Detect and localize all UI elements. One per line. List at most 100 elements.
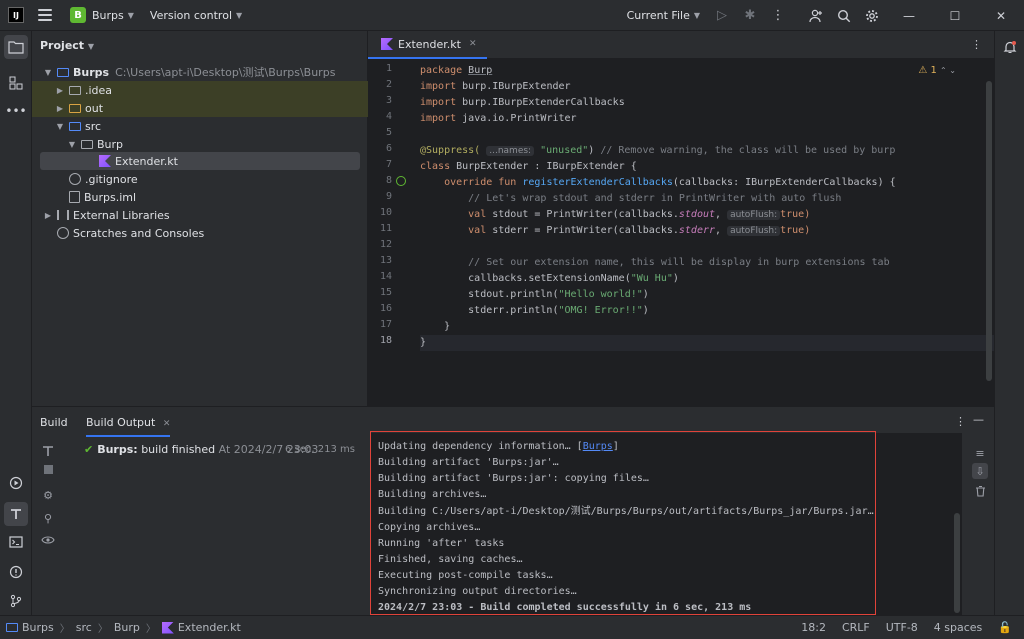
- module-folder-icon: [57, 67, 69, 77]
- services-run-icon[interactable]: [4, 471, 28, 495]
- code-line: val stdout = PrintWriter(callbacks.stdou…: [420, 209, 811, 220]
- library-icon: [57, 210, 69, 220]
- file-encoding[interactable]: UTF-8: [886, 621, 918, 634]
- terminal-icon[interactable]: [4, 530, 28, 554]
- run-icon[interactable]: ▷: [708, 0, 736, 31]
- line-number: 10: [379, 207, 392, 218]
- hide-panel-icon[interactable]: —: [973, 413, 984, 426]
- tree-item-gitignore[interactable]: .gitignore: [32, 170, 368, 188]
- chevron-right-icon: 〉: [97, 624, 108, 635]
- right-tool-strip: [994, 31, 1024, 615]
- chevron-right-icon: ▶: [56, 85, 64, 95]
- version-control-menu[interactable]: Version control: [150, 9, 232, 22]
- code-line: // Let's wrap stdout and stderr in Print…: [420, 193, 842, 204]
- editor-tab-bar: Extender.kt ✕ ⋮: [368, 31, 994, 59]
- output-line: Building archives…: [378, 489, 487, 500]
- chevron-right-icon: 〉: [145, 624, 156, 635]
- folder-icon: [69, 85, 81, 95]
- tree-item-external-libraries[interactable]: ▶ External Libraries: [32, 206, 368, 224]
- project-tool-folder-icon[interactable]: [4, 35, 28, 59]
- tab-actions-more-icon[interactable]: ⋮: [971, 38, 982, 51]
- tree-item-out[interactable]: ▶ out: [32, 99, 368, 117]
- ignore-file-icon: [69, 173, 81, 185]
- scroll-to-end-icon[interactable]: ⇩: [972, 463, 988, 479]
- line-number: 4: [385, 111, 392, 122]
- line-number: 7: [385, 159, 392, 170]
- project-panel-title[interactable]: Project ▼: [40, 39, 94, 52]
- code-area[interactable]: package Burp import burp.IBurpExtender i…: [420, 59, 994, 406]
- main-menu-icon[interactable]: [38, 9, 52, 21]
- line-number: 3: [385, 95, 392, 106]
- editor-scrollbar[interactable]: [986, 81, 992, 381]
- output-line: Updating dependency information… [Burps]: [378, 441, 619, 452]
- implement-marker-icon[interactable]: [396, 176, 406, 186]
- git-icon[interactable]: [4, 589, 28, 613]
- status-widgets: 18:2 CRLF UTF-8 4 spaces 🔓: [801, 621, 1012, 634]
- problems-icon[interactable]: [4, 560, 28, 584]
- minimize-button[interactable]: —: [886, 0, 932, 31]
- more-tools-icon[interactable]: •••: [4, 99, 28, 123]
- output-line: Building artifact 'Burps:jar': copying f…: [378, 473, 649, 484]
- output-scrollbar[interactable]: [954, 513, 960, 613]
- tree-item-burp-package[interactable]: ▼ Burp: [32, 135, 368, 153]
- line-separator[interactable]: CRLF: [842, 621, 870, 634]
- settings-gear-icon[interactable]: ⚙: [40, 487, 56, 503]
- debug-icon[interactable]: ✱: [736, 0, 764, 31]
- output-line-final: 2024/2/7 23:03 - Build completed success…: [378, 602, 752, 613]
- project-name[interactable]: Burps: [92, 9, 124, 22]
- eye-icon[interactable]: [40, 532, 56, 548]
- rebuild-hammer-icon[interactable]: [40, 443, 56, 459]
- breadcrumb-item[interactable]: Burps: [22, 621, 54, 634]
- stop-icon[interactable]: [40, 461, 56, 477]
- caret-position[interactable]: 18:2: [801, 621, 826, 634]
- clear-trash-icon[interactable]: [972, 483, 988, 499]
- project-badge[interactable]: B: [70, 7, 86, 23]
- pin-icon[interactable]: ⚲: [40, 510, 56, 526]
- code-line: import burp.IBurpExtenderCallbacks: [420, 97, 625, 108]
- chevron-right-icon: ▶: [56, 103, 64, 113]
- build-result-tree: ✔ Burps: build finished At 2024/2/7 23:0…: [66, 433, 369, 616]
- code-line: @Suppress( ...names: "unused") // Remove…: [420, 145, 896, 156]
- close-tab-icon[interactable]: ✕: [469, 39, 477, 49]
- tree-item-src[interactable]: ▼ src: [32, 117, 368, 135]
- tab-extender-kt[interactable]: Extender.kt ✕: [368, 31, 487, 59]
- panel-options-icon[interactable]: ⋮: [955, 415, 966, 428]
- left-tool-strip: •••: [0, 31, 32, 615]
- line-number: 17: [379, 319, 392, 330]
- settings-gear-icon[interactable]: [858, 0, 886, 31]
- structure-icon[interactable]: [4, 71, 28, 95]
- breadcrumb-item[interactable]: src: [76, 621, 92, 634]
- notifications-bell-icon[interactable]: [998, 35, 1022, 59]
- line-number: 1: [385, 63, 392, 74]
- chevron-down-icon: ▼: [693, 11, 700, 20]
- lock-icon[interactable]: 🔓: [998, 621, 1012, 634]
- indent-setting[interactable]: 4 spaces: [934, 621, 983, 634]
- add-user-icon[interactable]: [802, 0, 830, 31]
- build-output-console[interactable]: Updating dependency information… [Burps]…: [371, 433, 962, 616]
- close-window-button[interactable]: ✕: [978, 0, 1024, 31]
- scratches-icon: [57, 227, 69, 239]
- file-icon: [69, 191, 80, 203]
- tree-item-extender-kt[interactable]: Extender.kt: [40, 152, 360, 170]
- output-line: Building artifact 'Burps:jar'…: [378, 457, 559, 468]
- output-line: Building C:/Users/apt-i/Desktop/测试/Burps…: [378, 506, 874, 517]
- tree-item-scratches[interactable]: Scratches and Consoles: [32, 224, 368, 242]
- chevron-down-icon: ▼: [127, 10, 134, 20]
- soft-wrap-icon[interactable]: ≡: [972, 445, 988, 461]
- search-icon[interactable]: [830, 0, 858, 31]
- breadcrumb-item[interactable]: Burp: [114, 621, 140, 634]
- more-icon[interactable]: ⋮: [764, 0, 792, 31]
- code-editor[interactable]: Extender.kt ✕ ⋮ ⚠ 1 ⌃ ⌄ 1 2 3 4 5 6 7 8 …: [368, 31, 994, 406]
- line-number: 16: [379, 303, 392, 314]
- run-config-selector[interactable]: Current File: [627, 9, 690, 22]
- burps-link[interactable]: Burps: [583, 441, 613, 452]
- build-result-row[interactable]: ✔ Burps: build finished At 2024/2/7 23:0…: [84, 443, 318, 456]
- tree-item-idea[interactable]: ▶ .idea: [32, 81, 368, 99]
- maximize-button[interactable]: ☐: [932, 0, 978, 31]
- tree-root-burps[interactable]: ▼ Burps C:\Users\apt-i\Desktop\测试\Burps\B…: [32, 63, 368, 81]
- close-tab-icon[interactable]: ✕: [163, 419, 171, 429]
- build-tool-hammer-icon[interactable]: [4, 502, 28, 526]
- tree-item-burps-iml[interactable]: Burps.iml: [32, 188, 368, 206]
- breadcrumb-item[interactable]: Extender.kt: [178, 621, 241, 634]
- code-line: stdout.println("Hello world!"): [420, 289, 649, 300]
